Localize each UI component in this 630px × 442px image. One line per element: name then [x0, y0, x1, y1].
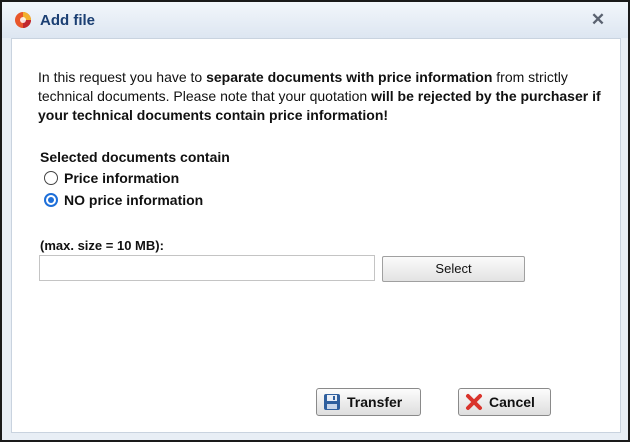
save-disk-icon — [323, 393, 341, 411]
radio-label[interactable]: NO price information — [64, 192, 203, 208]
cancel-button[interactable]: Cancel — [458, 388, 551, 416]
app-logo-icon — [14, 11, 32, 29]
dialog-title: Add file — [40, 12, 95, 29]
selection-label: Selected documents contain — [40, 149, 230, 165]
transfer-button[interactable]: Transfer — [316, 388, 421, 416]
dialog-titlebar[interactable]: Add file ✕ — [2, 2, 628, 38]
file-path-field[interactable] — [39, 255, 375, 281]
add-file-dialog: Add file ✕ In this request you have to s… — [0, 0, 630, 442]
intro-text-part: In this request you have to — [38, 69, 207, 85]
select-file-button[interactable]: Select — [382, 256, 525, 282]
close-icon[interactable]: ✕ — [587, 9, 609, 31]
dialog-content: In this request you have to separate doc… — [11, 38, 621, 433]
red-x-icon — [465, 393, 483, 411]
intro-text: In this request you have to separate doc… — [38, 68, 613, 125]
transfer-label: Transfer — [347, 394, 403, 410]
max-size-label: (max. size = 10 MB): — [40, 238, 164, 253]
radio-label[interactable]: Price information — [64, 170, 179, 186]
intro-emphasis-separate: separate documents with price informatio… — [206, 69, 493, 85]
radio-unchecked-icon[interactable] — [44, 171, 58, 185]
cancel-label: Cancel — [489, 394, 535, 410]
radio-checked-icon[interactable] — [44, 193, 58, 207]
